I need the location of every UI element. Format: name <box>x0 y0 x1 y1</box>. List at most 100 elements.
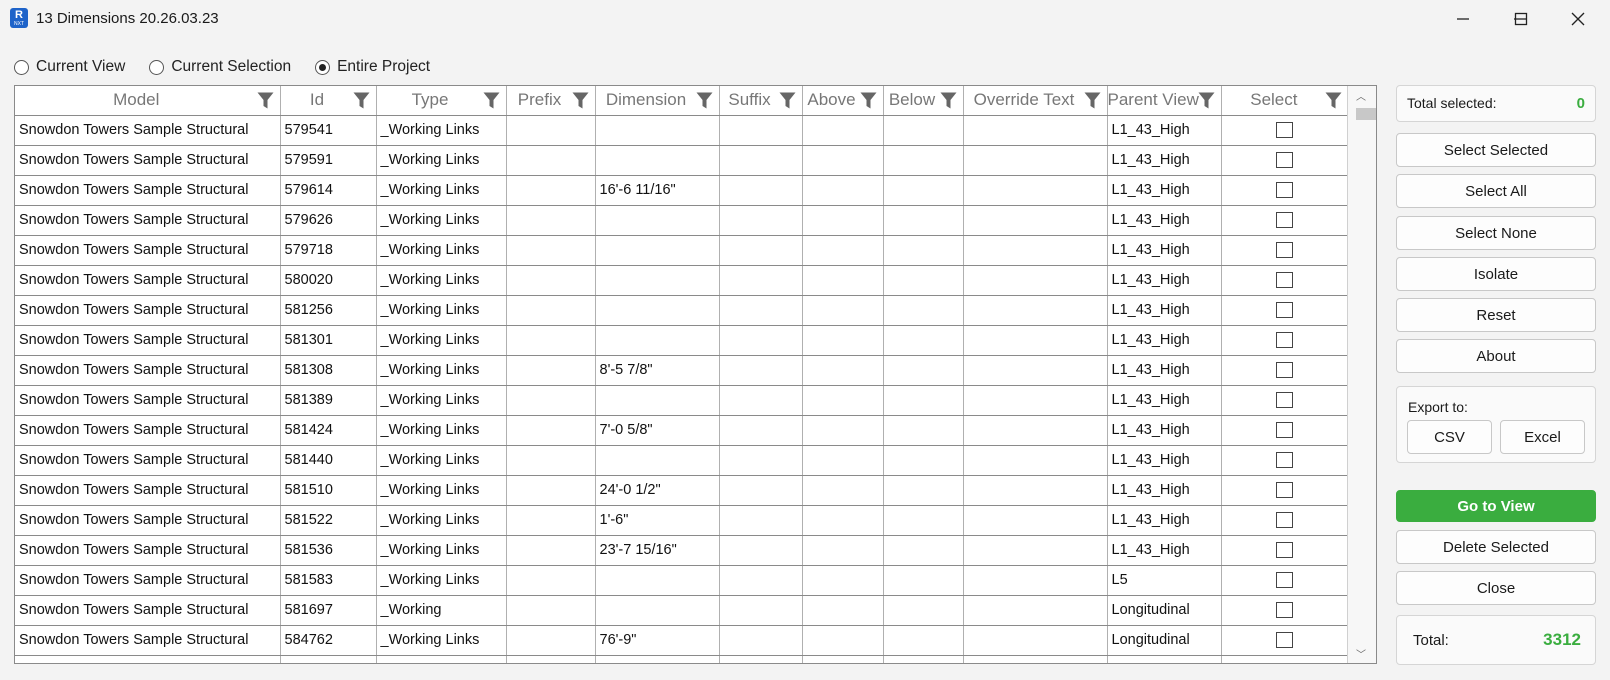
cell-select[interactable] <box>1221 475 1349 506</box>
cell-suffix[interactable] <box>719 175 803 206</box>
cell-prefix[interactable] <box>506 445 596 476</box>
delete-selected-button[interactable]: Delete Selected <box>1396 530 1596 564</box>
cell-suffix[interactable] <box>719 625 803 656</box>
cell-suffix[interactable] <box>719 235 803 266</box>
cell-above[interactable] <box>802 115 884 146</box>
cell-prefix[interactable] <box>506 595 596 626</box>
cell-below[interactable] <box>883 595 964 626</box>
cell-model[interactable]: Snowdon Towers Sample Structural <box>15 565 281 596</box>
cell-suffix[interactable] <box>719 265 803 296</box>
table-row[interactable]: Snowdon Towers Sample Structural 581697 _W… <box>15 595 1349 626</box>
radio-circle[interactable] <box>14 59 29 75</box>
cell-suffix[interactable] <box>719 535 803 566</box>
cell-model[interactable]: Snowdon Towers Sample Structural <box>15 145 281 176</box>
cell-below[interactable] <box>883 385 964 416</box>
reset-button[interactable]: Reset <box>1396 298 1596 332</box>
cell-select[interactable] <box>1221 175 1349 206</box>
select-none-button[interactable]: Select None <box>1396 216 1596 250</box>
table-row[interactable]: Snowdon Towers Sample Structural 581308 _W… <box>15 355 1349 386</box>
cell-override[interactable] <box>963 355 1108 386</box>
table-row[interactable]: Snowdon Towers Sample Structural 581301 _W… <box>15 325 1349 356</box>
row-select-checkbox[interactable] <box>1276 332 1294 349</box>
radio-circle-checked[interactable] <box>315 59 331 75</box>
isolate-button[interactable]: Isolate <box>1396 257 1596 291</box>
cell-dimension[interactable] <box>595 235 720 266</box>
cell-parent[interactable]: L1_43_High <box>1107 325 1222 356</box>
cell-suffix[interactable] <box>719 445 803 476</box>
table-row[interactable]: Snowdon Towers Sample Structural 581424 _W… <box>15 415 1349 446</box>
cell-parent[interactable]: L1_43_High <box>1107 145 1222 176</box>
cell-prefix[interactable] <box>506 625 596 656</box>
cell-below[interactable] <box>883 535 964 566</box>
export-excel-button[interactable]: Excel <box>1500 420 1585 454</box>
cell-parent[interactable]: L1_43_High <box>1107 385 1222 416</box>
cell-override[interactable] <box>963 445 1108 476</box>
cell-above[interactable] <box>802 235 884 266</box>
filter-icon[interactable] <box>860 92 877 109</box>
cell-below[interactable] <box>883 565 964 596</box>
cell-below[interactable] <box>883 625 964 656</box>
cell-above[interactable] <box>802 325 884 356</box>
cell-type[interactable]: _Working Links <box>376 235 507 266</box>
cell-select[interactable] <box>1221 565 1349 596</box>
cell-model[interactable]: Snowdon Towers Sample Structural <box>15 475 281 506</box>
table-row[interactable]: Snowdon Towers Sample Structural 581440 _W… <box>15 445 1349 476</box>
cell-dimension[interactable] <box>595 295 720 326</box>
column-header-suffix[interactable]: Suffix <box>719 86 803 116</box>
cell-dimension[interactable]: 23'-7 15/16" <box>595 535 720 566</box>
row-select-checkbox[interactable] <box>1276 422 1294 439</box>
column-header-model[interactable]: Model <box>15 86 281 116</box>
cell-id[interactable]: 579614 <box>280 175 377 206</box>
row-select-checkbox[interactable] <box>1276 482 1294 499</box>
cell-below[interactable] <box>883 475 964 506</box>
table-row[interactable]: Snowdon Towers Sample Structural 584762 _W… <box>15 625 1349 656</box>
cell-above[interactable] <box>802 505 884 536</box>
cell-prefix[interactable] <box>506 115 596 146</box>
maximize-button[interactable] <box>1493 0 1549 38</box>
table-row[interactable]: Snowdon Towers Sample Structural 581256 _W… <box>15 295 1349 326</box>
cell-below[interactable] <box>883 115 964 146</box>
cell-above[interactable] <box>802 415 884 446</box>
row-select-checkbox[interactable] <box>1276 452 1294 469</box>
cell-prefix[interactable] <box>506 385 596 416</box>
cell-suffix[interactable] <box>719 115 803 146</box>
cell-id[interactable]: 581256 <box>280 295 377 326</box>
cell-below[interactable] <box>883 325 964 356</box>
cell-above[interactable] <box>802 355 884 386</box>
cell-parent[interactable]: L1_43_High <box>1107 415 1222 446</box>
cell-id[interactable]: 580020 <box>280 265 377 296</box>
row-select-checkbox[interactable] <box>1276 242 1294 259</box>
cell-select[interactable] <box>1221 535 1349 566</box>
filter-icon[interactable] <box>572 92 589 109</box>
minimize-button-2[interactable] <box>1435 0 1491 38</box>
cell-type[interactable]: _Working Links <box>376 325 507 356</box>
cell-dimension[interactable]: 76'-9" <box>595 625 720 656</box>
cell-parent[interactable]: L1_43_High <box>1107 235 1222 266</box>
cell-id[interactable]: 581389 <box>280 385 377 416</box>
cell-model[interactable]: Snowdon Towers Sample Structural <box>15 415 281 446</box>
cell-suffix[interactable] <box>719 205 803 236</box>
cell-override[interactable] <box>963 535 1108 566</box>
cell-prefix[interactable] <box>506 295 596 326</box>
cell-dimension[interactable] <box>595 145 720 176</box>
cell-model[interactable]: Snowdon Towers Sample Structural <box>15 265 281 296</box>
cell-suffix[interactable] <box>719 325 803 356</box>
scroll-up-icon[interactable]: ︿ <box>1356 88 1366 103</box>
cell-model[interactable]: Snowdon Towers Sample Structural <box>15 445 281 476</box>
column-header-override-text[interactable]: Override Text <box>963 86 1108 116</box>
cell-above[interactable] <box>802 175 884 206</box>
cell-suffix[interactable] <box>719 475 803 506</box>
cell-below[interactable] <box>883 505 964 536</box>
cell-parent[interactable]: Longitudinal <box>1107 595 1222 626</box>
select-all-button[interactable]: Select All <box>1396 174 1596 208</box>
go-to-view-button[interactable]: Go to View <box>1396 490 1596 522</box>
radio-entire-project[interactable]: Entire Project <box>315 58 430 76</box>
filter-icon[interactable] <box>483 92 500 109</box>
cell-above[interactable] <box>802 445 884 476</box>
cell-prefix[interactable] <box>506 505 596 536</box>
cell-dimension[interactable]: 1'-6" <box>595 505 720 536</box>
cell-select[interactable] <box>1221 205 1349 236</box>
cell-prefix[interactable] <box>506 355 596 386</box>
column-header-id[interactable]: Id <box>280 86 377 116</box>
cell-model[interactable]: Snowdon Towers Sample Structural <box>15 175 281 206</box>
